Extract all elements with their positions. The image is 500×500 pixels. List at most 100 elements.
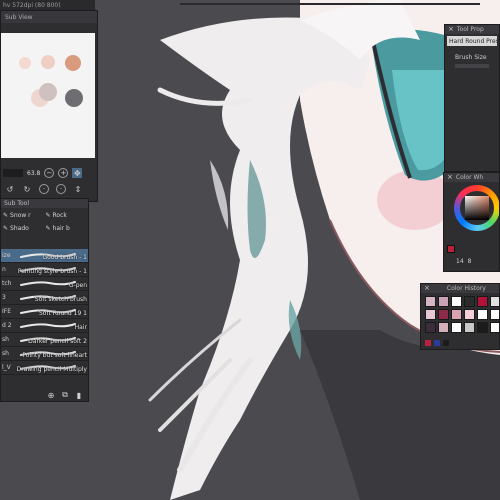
brush-group-icon: ✎: [45, 212, 51, 219]
group-item[interactable]: ✎ Shado: [3, 223, 44, 234]
brush-size-label: Brush Size: [455, 54, 487, 61]
swatch-1: [19, 57, 31, 69]
color-history-swatch[interactable]: [464, 296, 475, 307]
swatch-2: [41, 55, 55, 69]
color-history-swatch[interactable]: [451, 322, 462, 333]
color-history-footer-swatch[interactable]: [425, 340, 431, 346]
colorhist-title: Color History: [446, 285, 486, 292]
brush-row[interactable]: sh Darker pencil soft 2: [1, 333, 88, 347]
color-history-panel: × Color History: [420, 283, 500, 350]
brush-name: Painting style brush - 1: [17, 268, 87, 275]
brush-row[interactable]: sh Pointy but soft lineart: [1, 347, 88, 361]
saturation-value-square[interactable]: [465, 196, 489, 220]
brush-row[interactable]: n Painting style brush - 1: [1, 263, 88, 277]
close-icon[interactable]: ×: [447, 174, 453, 181]
subview-tab[interactable]: Sub View: [1, 11, 97, 23]
current-brush-name: Hard Round Pressure: [447, 36, 497, 46]
subtool-footer: ⊕ ⧉ ▮: [1, 389, 88, 401]
subtool-tab-label[interactable]: Sub Tool: [4, 200, 29, 207]
brush-stroke-preview: [20, 323, 76, 328]
color-history-swatch[interactable]: [464, 309, 475, 320]
subtool-titlebar: Sub Tool: [1, 199, 88, 208]
subtool-group-grid: ✎ Snow r ✎ Rock ✎ Shado ✎ hair b: [1, 208, 88, 236]
color-history-swatch[interactable]: [490, 322, 499, 333]
brush-name: Darker pencil soft 2: [28, 338, 87, 345]
delete-brush-icon[interactable]: ▮: [74, 390, 84, 400]
brush-row-prefix: ize: [2, 252, 11, 259]
add-brush-icon[interactable]: ⊕: [46, 390, 56, 400]
brush-row-prefix: n: [2, 266, 6, 273]
color-history-swatch[interactable]: [451, 309, 462, 320]
toolprop-titlebar: × Tool Prop: [445, 25, 499, 34]
duplicate-brush-icon[interactable]: ⧉: [60, 390, 70, 400]
color-history-swatch[interactable]: [451, 296, 462, 307]
brush-list: ize Good brush - 1 n Painting style brush -…: [1, 249, 88, 375]
color-history-swatch[interactable]: [477, 322, 488, 333]
color-history-swatch[interactable]: [464, 322, 475, 333]
color-values: 14 8: [456, 258, 471, 265]
brush-row[interactable]: tch G-pen: [1, 277, 88, 291]
color-history-swatch[interactable]: [438, 322, 449, 333]
brush-row[interactable]: IFE Soft Round 19 1: [1, 305, 88, 319]
swatch-3: [65, 55, 81, 71]
brush-row[interactable]: ize Good brush - 1: [1, 249, 88, 263]
brush-row-prefix: sh: [2, 350, 9, 357]
rotate-right-icon[interactable]: ↻: [22, 184, 32, 194]
group-item[interactable]: ✎ Snow r: [3, 210, 44, 221]
brush-name: Soft Round 19 1: [39, 310, 87, 317]
colorwheel-titlebar: × Color Wh: [444, 173, 499, 182]
tool-property-panel: × Tool Prop Hard Round Pressure Brush Si…: [444, 24, 500, 172]
brush-row-prefix: sh: [2, 336, 9, 343]
swatch-6: [65, 89, 83, 107]
group-item[interactable]: ✎ Rock: [46, 210, 87, 221]
zoom-in-button[interactable]: +: [58, 168, 69, 178]
color-history-swatch[interactable]: [438, 309, 449, 320]
top-divider: [180, 3, 480, 5]
subview-panel: Sub View 63.8 − + ✥ ↺ ↻ · · ⇕ ▦ ▭ ▣ ◙ ⁄ …: [0, 10, 98, 202]
color-history-footer: [425, 340, 449, 346]
rotate-row: ↺ ↻ · · ⇕: [1, 183, 97, 195]
brush-group-icon: ✎: [45, 225, 51, 232]
navigator-icon[interactable]: ✥: [72, 168, 83, 178]
group-item[interactable]: ✎ hair b: [46, 223, 87, 234]
brush-row-prefix: IFE: [2, 308, 12, 315]
brush-row[interactable]: d 2 Hair: [1, 319, 88, 333]
color-history-swatch[interactable]: [425, 309, 436, 320]
color-history-swatch[interactable]: [425, 322, 436, 333]
zoom-out-button[interactable]: −: [44, 168, 55, 178]
zoom-slider[interactable]: [3, 169, 23, 177]
color-history-swatch[interactable]: [477, 296, 488, 307]
close-icon[interactable]: ×: [448, 26, 454, 33]
zoom-row: 63.8 − + ✥: [1, 167, 97, 179]
colorwheel-title: Color Wh: [455, 174, 484, 181]
brush-row[interactable]: l_V Drawing pencil Multiply: [1, 361, 88, 375]
rotate-left-icon[interactable]: ↺: [5, 184, 15, 194]
close-icon[interactable]: ×: [424, 285, 430, 292]
brush-row[interactable]: 3 Soft sketch brush: [1, 291, 88, 305]
color-history-swatch[interactable]: [477, 309, 488, 320]
color-history-footer-swatch[interactable]: [443, 340, 449, 346]
brush-row-prefix: d 2: [2, 322, 12, 329]
fit-button[interactable]: ·: [56, 184, 66, 194]
color-history-swatch[interactable]: [438, 296, 449, 307]
color-value-2: 8: [467, 258, 472, 265]
current-color-swatch[interactable]: [447, 245, 455, 253]
brush-row-prefix: 3: [2, 294, 6, 301]
color-history-swatch[interactable]: [425, 296, 436, 307]
flip-icon[interactable]: ⇕: [73, 184, 83, 194]
toolprop-title: Tool Prop: [456, 26, 484, 33]
brush-group-icon: ✎: [3, 225, 9, 232]
color-history-swatch[interactable]: [490, 309, 499, 320]
brush-group-icon: ✎: [3, 212, 9, 219]
brush-name: Good brush - 1: [42, 254, 87, 261]
color-history-footer-swatch[interactable]: [434, 340, 440, 346]
swatch-5: [39, 83, 57, 101]
brush-row-prefix: tch: [2, 280, 12, 287]
subview-preview[interactable]: [1, 33, 95, 158]
color-value-1: 14: [456, 258, 464, 265]
brush-size-slider[interactable]: [455, 64, 489, 68]
brush-name: G-pen: [68, 282, 87, 289]
color-history-swatch[interactable]: [490, 296, 499, 307]
reset-rotation-button[interactable]: ·: [39, 184, 49, 194]
brush-row-prefix: l_V: [2, 364, 11, 371]
